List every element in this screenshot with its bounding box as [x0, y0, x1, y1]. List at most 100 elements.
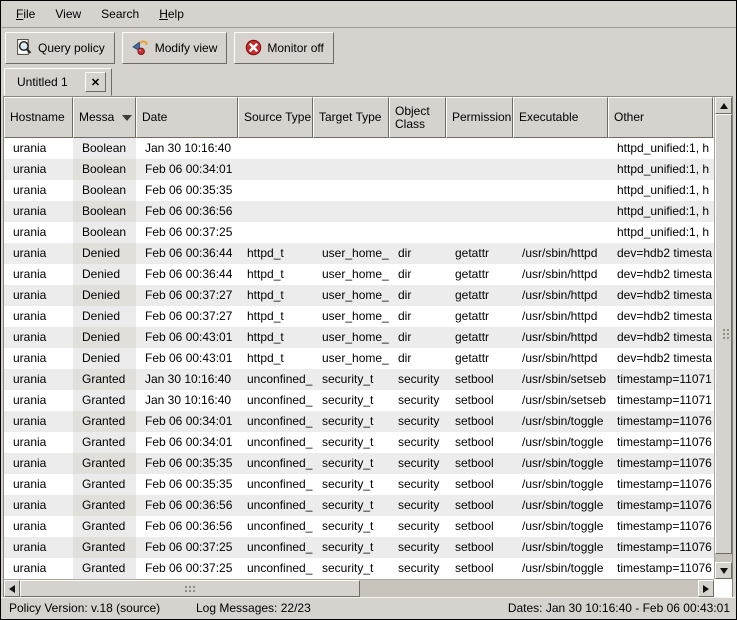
table-cell: dir: [389, 348, 446, 369]
column-header-label: Object Class: [395, 105, 445, 131]
table-row[interactable]: uraniaDeniedFeb 06 00:37:27httpd_tuser_h…: [4, 285, 714, 306]
table-cell: getattr: [446, 264, 513, 285]
table-cell: timestamp=11076: [608, 432, 713, 453]
table-row[interactable]: uraniaBooleanFeb 06 00:34:01httpd_unifie…: [4, 159, 714, 180]
column-header-executable[interactable]: Executable: [513, 97, 608, 138]
table-cell: [238, 138, 313, 159]
modify-view-button[interactable]: Modify view: [122, 32, 228, 64]
menu-view[interactable]: View: [45, 3, 91, 25]
table-cell: dir: [389, 264, 446, 285]
table-cell: Denied: [73, 327, 136, 348]
table-cell: security: [389, 558, 446, 579]
table-row[interactable]: uraniaDeniedFeb 06 00:36:44httpd_tuser_h…: [4, 264, 714, 285]
table-row[interactable]: uraniaGrantedFeb 06 00:35:35unconfined_s…: [4, 453, 714, 474]
table-cell: setbool: [446, 432, 513, 453]
table-row[interactable]: uraniaDeniedFeb 06 00:43:01httpd_tuser_h…: [4, 348, 714, 369]
table-row[interactable]: uraniaGrantedJan 30 10:16:40unconfined_s…: [4, 390, 714, 411]
table-cell: urania: [4, 516, 73, 537]
table-row[interactable]: uraniaBooleanFeb 06 00:35:35httpd_unifie…: [4, 180, 714, 201]
column-header-label: Source Type: [244, 111, 311, 124]
table-cell: [513, 201, 608, 222]
table-cell: setbool: [446, 369, 513, 390]
table-cell: user_home_: [313, 327, 389, 348]
arrow-left-icon: [9, 585, 15, 593]
table-cell: security: [389, 474, 446, 495]
grip-icon: [185, 586, 187, 588]
table-row[interactable]: uraniaDeniedFeb 06 00:36:44httpd_tuser_h…: [4, 243, 714, 264]
table-row[interactable]: uraniaGrantedFeb 06 00:34:01unconfined_s…: [4, 432, 714, 453]
table-row[interactable]: uraniaBooleanFeb 06 00:37:25httpd_unifie…: [4, 222, 714, 243]
query-policy-label: Query policy: [38, 41, 105, 55]
scroll-left-button[interactable]: [4, 580, 20, 597]
column-header-object-class[interactable]: Object Class: [389, 97, 446, 138]
menu-search[interactable]: Search: [91, 3, 149, 25]
vertical-scrollbar[interactable]: [714, 97, 732, 579]
table-cell: security: [389, 369, 446, 390]
table-cell: [513, 180, 608, 201]
menu-help[interactable]: Help: [149, 3, 194, 25]
query-policy-button[interactable]: Query policy: [5, 32, 115, 64]
column-header-permission[interactable]: Permission: [446, 97, 513, 138]
table-cell: setbool: [446, 558, 513, 579]
column-header-label: Hostname: [10, 111, 65, 124]
vertical-scrollbar-thumb[interactable]: [715, 114, 732, 554]
tab-label: Untitled 1: [17, 75, 68, 89]
column-header-hostname[interactable]: Hostname: [4, 97, 73, 138]
table-cell: [313, 159, 389, 180]
table-row[interactable]: uraniaDeniedFeb 06 00:37:27httpd_tuser_h…: [4, 306, 714, 327]
table-cell: [446, 138, 513, 159]
table-cell: httpd_t: [238, 327, 313, 348]
table-row[interactable]: uraniaGrantedFeb 06 00:35:35unconfined_s…: [4, 474, 714, 495]
table-cell: timestamp=11076: [608, 411, 713, 432]
scroll-up-button[interactable]: [715, 97, 732, 114]
table-row[interactable]: uraniaGrantedFeb 06 00:37:25unconfined_s…: [4, 558, 714, 579]
table-row[interactable]: uraniaGrantedFeb 06 00:36:56unconfined_s…: [4, 495, 714, 516]
menu-file-label: ile: [23, 7, 35, 21]
table-cell: Granted: [73, 516, 136, 537]
menu-file[interactable]: File: [6, 3, 45, 25]
column-header-label: Permission: [452, 111, 511, 124]
table-row[interactable]: uraniaGrantedFeb 06 00:36:56unconfined_s…: [4, 516, 714, 537]
table-row[interactable]: uraniaGrantedFeb 06 00:37:25unconfined_s…: [4, 537, 714, 558]
scroll-right-button[interactable]: [698, 580, 714, 597]
tab-close-button[interactable]: ✕: [85, 72, 106, 92]
column-header-messa[interactable]: Messa: [73, 97, 136, 138]
table-row[interactable]: uraniaGrantedJan 30 10:16:40unconfined_s…: [4, 369, 714, 390]
table-cell: setbool: [446, 411, 513, 432]
table-cell: dir: [389, 306, 446, 327]
table-row[interactable]: uraniaBooleanFeb 06 00:36:56httpd_unifie…: [4, 201, 714, 222]
horizontal-scrollbar-thumb[interactable]: [20, 580, 360, 597]
table-row[interactable]: uraniaDeniedFeb 06 00:43:01httpd_tuser_h…: [4, 327, 714, 348]
column-header-target-type[interactable]: Target Type: [313, 97, 389, 138]
column-header-other[interactable]: Other: [608, 97, 713, 138]
table-cell: dev=hdb2 timesta: [608, 306, 713, 327]
table-cell: Feb 06 00:36:56: [136, 201, 238, 222]
table-cell: Denied: [73, 306, 136, 327]
tab-untitled-1[interactable]: Untitled 1 ✕: [4, 68, 112, 96]
table-cell: Feb 06 00:37:27: [136, 285, 238, 306]
table-header-row: HostnameMessaDateSource TypeTarget TypeO…: [4, 97, 714, 138]
monitor-off-button[interactable]: Monitor off: [234, 32, 333, 64]
table-cell: Feb 06 00:36:44: [136, 243, 238, 264]
column-header-label: Date: [142, 111, 167, 124]
horizontal-scrollbar[interactable]: [4, 579, 714, 597]
table-cell: security: [389, 453, 446, 474]
table-cell: security_t: [313, 390, 389, 411]
table-cell: Granted: [73, 369, 136, 390]
column-header-date[interactable]: Date: [136, 97, 238, 138]
table-cell: [389, 138, 446, 159]
column-header-source-type[interactable]: Source Type: [238, 97, 313, 138]
arrow-right-icon: [703, 585, 709, 593]
table-row[interactable]: uraniaBooleanJan 30 10:16:40httpd_unifie…: [4, 138, 714, 159]
table-cell: /usr/sbin/setseb: [513, 369, 608, 390]
table-cell: [446, 222, 513, 243]
table-cell: [513, 159, 608, 180]
table-cell: urania: [4, 348, 73, 369]
table-cell: urania: [4, 285, 73, 306]
scroll-down-button[interactable]: [715, 562, 732, 579]
table-cell: dev=hdb2 timesta: [608, 285, 713, 306]
table-cell: setbool: [446, 453, 513, 474]
table-cell: /usr/sbin/httpd: [513, 285, 608, 306]
table-cell: /usr/sbin/setseb: [513, 390, 608, 411]
table-row[interactable]: uraniaGrantedFeb 06 00:34:01unconfined_s…: [4, 411, 714, 432]
